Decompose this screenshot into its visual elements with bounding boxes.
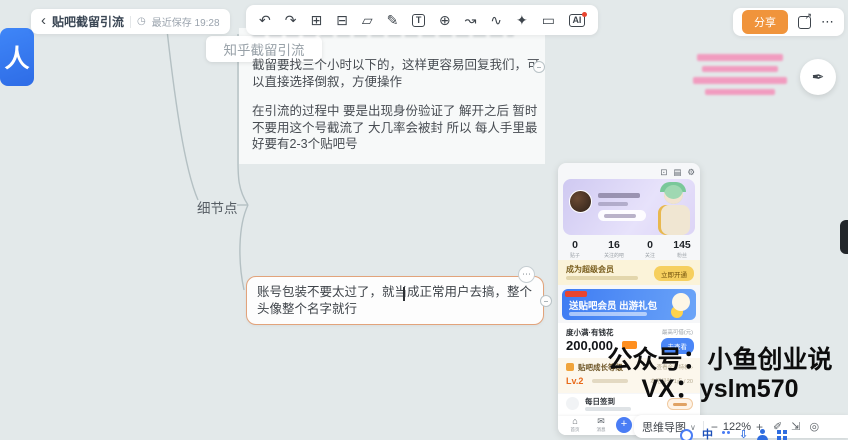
- stat-value: 0: [636, 239, 664, 251]
- mascot-head: [664, 185, 683, 204]
- nav-home-label: 首页: [565, 426, 585, 432]
- profile-card: [563, 179, 695, 235]
- frame-icon[interactable]: ▭: [542, 13, 555, 27]
- watermark-line-1: 公众号：小鱼创业说: [585, 345, 848, 375]
- node-more-button[interactable]: ⋯: [518, 266, 535, 283]
- task-sub-blurred: [585, 407, 631, 411]
- stat-value: 0: [558, 239, 592, 251]
- sticker-glyph: 人: [4, 39, 29, 75]
- phone-top-icons: ⊡ ▤ ⚙: [660, 167, 695, 178]
- fit-screen-icon[interactable]: ⇲: [791, 420, 800, 433]
- branch-node-detail[interactable]: 细节点: [197, 197, 238, 217]
- document-title: 贴吧截留引流: [52, 13, 124, 30]
- stat-value: 145: [664, 239, 700, 251]
- author-watermark: 公众号：小鱼创业说 VX：yslm570: [585, 345, 848, 404]
- stat-label: 贴子: [560, 251, 591, 258]
- home-icon: ⌂: [564, 417, 586, 426]
- app-grid-icon[interactable]: [777, 430, 787, 440]
- nav-post-fab: +: [616, 417, 632, 433]
- banner-mascot: [672, 293, 690, 311]
- add-child-topic-icon[interactable]: ⊟: [336, 13, 348, 27]
- locate-icon[interactable]: ◎: [809, 420, 819, 433]
- member-band: 成为超级会员 立即开通: [558, 260, 700, 285]
- stat-value: 16: [592, 239, 636, 251]
- main-toolbar: ↶ ↷ ⊞ ⊟ ▱ ✎ T ⊕ ↝ ∿ ✦ ▭ AI: [246, 5, 598, 35]
- root-topic-label: 知乎截留引流: [224, 39, 305, 59]
- level-badge: Lv.2: [566, 376, 583, 386]
- user-id-pill: [598, 210, 646, 221]
- laser-pointer-icon[interactable]: ✦: [516, 13, 528, 27]
- save-status: 最近保存 19:28: [152, 14, 220, 29]
- insert-icon[interactable]: ⊕: [439, 13, 451, 27]
- document-header: ‹ 贴吧截留引流 ◷ 最近保存 19:28: [31, 9, 230, 34]
- scan-icon: ⊡: [660, 167, 667, 178]
- loan-note: 最高可借(元): [662, 328, 693, 336]
- pen-icon: ✒: [812, 68, 825, 86]
- member-title: 成为超级会员: [566, 264, 614, 275]
- add-sibling-topic-icon[interactable]: ⊞: [310, 13, 322, 27]
- selected-note-node[interactable]: 账号包装不要太过了，就当成正常用户去搞，整个头像整个名字就行: [246, 276, 544, 325]
- share-group: 分享 ↗ ⋯: [733, 8, 844, 36]
- connector-icon[interactable]: ∿: [490, 13, 502, 27]
- more-menu-icon[interactable]: ⋯: [821, 14, 835, 30]
- redo-icon[interactable]: ↷: [285, 13, 297, 27]
- shape-icon[interactable]: ▱: [362, 13, 373, 27]
- back-icon[interactable]: ‹: [41, 12, 46, 29]
- text-icon[interactable]: T: [412, 14, 425, 27]
- banner-title: 送贴吧会员 出游礼包: [569, 298, 657, 312]
- node-collapse-handle[interactable]: [540, 295, 552, 307]
- download-icon[interactable]: ⇩: [739, 429, 748, 440]
- watermark-line-2: VX：yslm570: [585, 375, 848, 404]
- banner-sub-blurred: [569, 312, 647, 316]
- profile-stats: 0贴子 16关注的吧 0关注 145粉丝: [558, 239, 700, 259]
- settings-icon: ⚙: [687, 167, 695, 178]
- whiteboard-canvas[interactable]: 人 知乎截留引流 截留要找三个小时以下的，这样更容易回复我们，可以直接选择倒叙，…: [0, 0, 848, 440]
- member-sub-blurred: [566, 276, 638, 280]
- task-icon: [566, 397, 579, 410]
- ad-banner: 送贴吧会员 出游礼包: [562, 289, 696, 320]
- username-blurred: [598, 193, 640, 198]
- text-caret: [403, 287, 405, 301]
- contacts-icon[interactable]: [757, 429, 768, 440]
- avatar: [569, 190, 592, 213]
- nav-message-label: 消息: [591, 426, 611, 432]
- ai-icon[interactable]: AI: [569, 14, 585, 27]
- mascot-body: [658, 205, 690, 235]
- export-arrow-glyph: ↗: [804, 11, 812, 22]
- level-icon: [566, 363, 574, 371]
- relation-icon[interactable]: ↝: [465, 13, 477, 27]
- node-collapse-handle[interactable]: [533, 61, 545, 73]
- user-sub-blurred: [598, 202, 628, 206]
- export-icon[interactable]: ↗: [798, 16, 811, 29]
- os-taskbar: 中 ⇩: [680, 429, 787, 440]
- note-node-1[interactable]: 截留要找三个小时以下的，这样更容易回复我们，可以直接选择倒叙，方便操作: [252, 57, 544, 90]
- card-icon: ▤: [673, 167, 681, 178]
- share-button[interactable]: 分享: [742, 10, 788, 34]
- stat-label: 关注: [637, 251, 662, 258]
- divider: [130, 16, 131, 28]
- tray-dots-icon: [722, 431, 730, 434]
- nav-message: ✉ 消息: [590, 417, 612, 433]
- format-brush-icon[interactable]: ✎: [387, 13, 399, 27]
- account-watermark: [688, 54, 792, 95]
- stat-label: 粉丝: [666, 251, 698, 258]
- banner-brand-tag: [565, 291, 587, 297]
- input-method-icon[interactable]: 中: [702, 429, 713, 440]
- undo-icon[interactable]: ↶: [259, 13, 271, 27]
- member-action-button: 立即开通: [654, 266, 694, 281]
- recorder-icon[interactable]: [680, 429, 693, 440]
- nav-home: ⌂ 首页: [564, 417, 586, 433]
- autosave-icon: ◷: [137, 16, 146, 27]
- canvas-sticker[interactable]: 人: [0, 28, 34, 86]
- note-node-2[interactable]: 在引流的过程中 要是出现身份验证了 解开之后 暂时不要用这个号截流了 大几率会被…: [252, 103, 544, 153]
- loan-name: 度小满·有钱花: [566, 327, 614, 338]
- message-icon: ✉: [590, 417, 612, 426]
- pen-tool-fab[interactable]: ✒: [800, 59, 836, 95]
- stat-label: 关注的吧: [594, 251, 634, 258]
- side-panel-handle[interactable]: [840, 220, 848, 254]
